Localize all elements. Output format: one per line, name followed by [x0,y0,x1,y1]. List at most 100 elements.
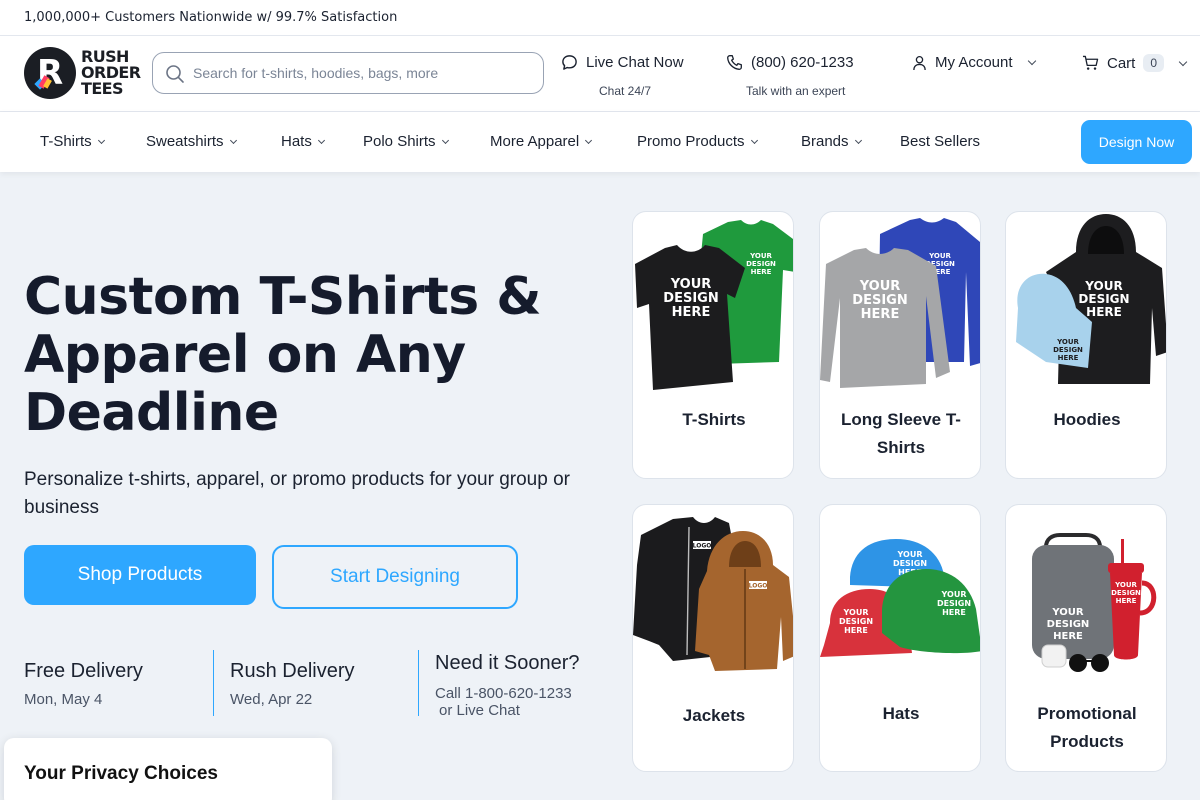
svg-text:HERE: HERE [751,268,772,276]
category-label: Promotional Products [1037,704,1137,751]
divider [213,650,214,716]
privacy-choices-title: Your Privacy Choices [24,763,218,784]
phone-number: (800) 620-1233 [751,54,854,71]
nav-item-best-sellers[interactable]: Best Sellers [900,133,980,150]
category-card-long-sleeve-t-shirts[interactable]: YOUR DESIGN HERE YOUR DESIGN HERE Long S… [819,211,981,479]
chevron-down-icon [441,136,449,144]
svg-text:DESIGN: DESIGN [1047,619,1090,630]
svg-text:HERE: HERE [844,626,868,635]
my-account-label: My Account [935,54,1013,71]
svg-text:YOUR: YOUR [749,252,772,260]
category-card-hats[interactable]: YOUR DESIGN HERE YOUR DESIGN HERE YOUR D… [819,504,981,772]
search-box[interactable] [152,52,544,94]
svg-text:HERE: HERE [1086,305,1122,319]
svg-text:YOUR: YOUR [1056,338,1079,346]
shop-products-button[interactable]: Shop Products [24,545,256,605]
svg-text:DESIGN: DESIGN [893,559,927,568]
category-label: Long Sleeve T-Shirts [841,410,961,457]
cart-label: Cart [1107,54,1136,72]
svg-text:YOUR: YOUR [928,252,951,260]
svg-text:HERE: HERE [1058,354,1079,362]
t-shirt-product-image: YOUR DESIGN HERE YOUR DESIGN HERE [635,220,793,390]
long-sleeve-product-image: YOUR DESIGN HERE YOUR DESIGN HERE [820,218,980,388]
nav-item-promo-products[interactable]: Promo Products [637,133,758,150]
phone-subtext: Talk with an expert [746,84,846,98]
svg-text:DESIGN: DESIGN [1053,346,1083,354]
chat-bubble-icon [562,55,577,70]
cart-icon [1082,55,1099,70]
category-card-hoodies[interactable]: YOUR DESIGN HERE YOUR DESIGN HERE Hoodie… [1005,211,1167,479]
svg-text:HERE: HERE [861,307,900,322]
svg-text:YOUR: YOUR [670,277,712,292]
svg-text:DESIGN: DESIGN [663,291,718,306]
svg-text:HERE: HERE [672,305,711,320]
svg-text:DESIGN: DESIGN [852,293,907,308]
svg-text:DESIGN: DESIGN [937,599,971,608]
chevron-down-icon [1027,56,1036,66]
nav-item-t-shirts[interactable]: T-Shirts [40,133,105,150]
svg-text:DESIGN: DESIGN [1078,292,1129,306]
logo-wordmark: RUSH ORDER TEES [81,47,141,98]
main-nav: T-Shirts Sweatshirts Hats Polo Shirts Mo… [0,112,1200,172]
nav-item-more-apparel[interactable]: More Apparel [490,133,593,150]
hero-title: Custom T-Shirts & Apparel on Any Deadlin… [24,267,542,443]
announcement-bar: 1,000,000+ Customers Nationwide w/ 99.7%… [0,0,1200,36]
live-chat-link[interactable]: Live Chat Now [561,54,684,71]
search-icon [166,65,184,83]
search-input[interactable] [193,62,533,84]
chevron-down-icon [854,136,862,144]
chevron-down-icon [317,136,325,144]
svg-text:YOUR: YOUR [897,550,923,559]
nav-item-sweatshirts[interactable]: Sweatshirts [146,133,237,150]
user-icon [913,55,926,70]
svg-text:YOUR: YOUR [843,608,869,617]
rush-delivery-info: Rush Delivery Wed, Apr 22 [230,660,355,708]
live-chat-subtext: Chat 24/7 [599,84,652,98]
nav-item-polo-shirts[interactable]: Polo Shirts [363,133,449,150]
svg-text:YOUR: YOUR [1051,607,1084,618]
svg-text:LOGO: LOGO [749,583,768,590]
announcement-text: 1,000,000+ Customers Nationwide w/ 99.7%… [24,10,398,25]
svg-text:HERE: HERE [942,608,966,617]
phone-link[interactable]: (800) 620-1233 [726,54,854,71]
need-it-sooner-info: Need it Sooner? Call 1-800-620-1233 or L… [435,652,580,719]
svg-text:HERE: HERE [1116,597,1137,605]
svg-text:YOUR: YOUR [1114,581,1137,589]
phone-icon [727,55,742,70]
chevron-down-icon [585,136,593,144]
promo-product-image: YOUR DESIGN HERE YOUR DESIGN HERE [1032,533,1157,672]
svg-text:YOUR: YOUR [941,590,967,599]
free-delivery-info: Free Delivery Mon, May 4 [24,660,143,708]
privacy-choices-panel[interactable]: Your Privacy Choices [4,738,332,800]
svg-text:DESIGN: DESIGN [1111,589,1141,597]
category-card-promotional-products[interactable]: YOUR DESIGN HERE YOUR DESIGN HERE Promot… [1005,504,1167,772]
hat-product-image: YOUR DESIGN HERE YOUR DESIGN HERE YOUR D… [820,539,980,657]
category-card-jackets[interactable]: LOGO LOGO Jackets [632,504,794,772]
svg-text:HERE: HERE [1053,631,1083,642]
divider [418,650,419,716]
svg-text:YOUR: YOUR [1084,279,1122,293]
my-account-menu[interactable]: My Account [912,54,1036,71]
start-designing-button[interactable]: Start Designing [272,545,518,609]
category-card-t-shirts[interactable]: YOUR DESIGN HERE YOUR DESIGN HERE T-Shir… [632,211,794,479]
live-chat-label: Live Chat Now [586,54,684,71]
logo[interactable]: R RUSH ORDER TEES [24,47,141,99]
hoodie-product-image: YOUR DESIGN HERE YOUR DESIGN HERE [1016,214,1166,384]
nav-item-hats[interactable]: Hats [281,133,325,150]
category-label: T-Shirts [682,410,746,429]
svg-text:DESIGN: DESIGN [746,260,776,268]
chevron-down-icon [229,136,237,144]
svg-text:LOGO: LOGO [693,543,712,550]
category-label: Hoodies [1053,410,1121,429]
category-label: Hats [882,704,920,723]
svg-text:DESIGN: DESIGN [839,617,873,626]
chevron-down-icon [97,136,105,144]
logo-mark-icon: R [24,47,76,99]
category-label: Jackets [682,706,746,725]
hero-subtitle: Personalize t-shirts, apparel, or promo … [24,469,570,518]
cart-menu[interactable]: Cart 0 [1082,54,1188,72]
chevron-down-icon [750,136,758,144]
design-now-button[interactable]: Design Now [1081,120,1192,164]
cart-count-badge: 0 [1143,54,1165,72]
nav-item-brands[interactable]: Brands [801,133,862,150]
